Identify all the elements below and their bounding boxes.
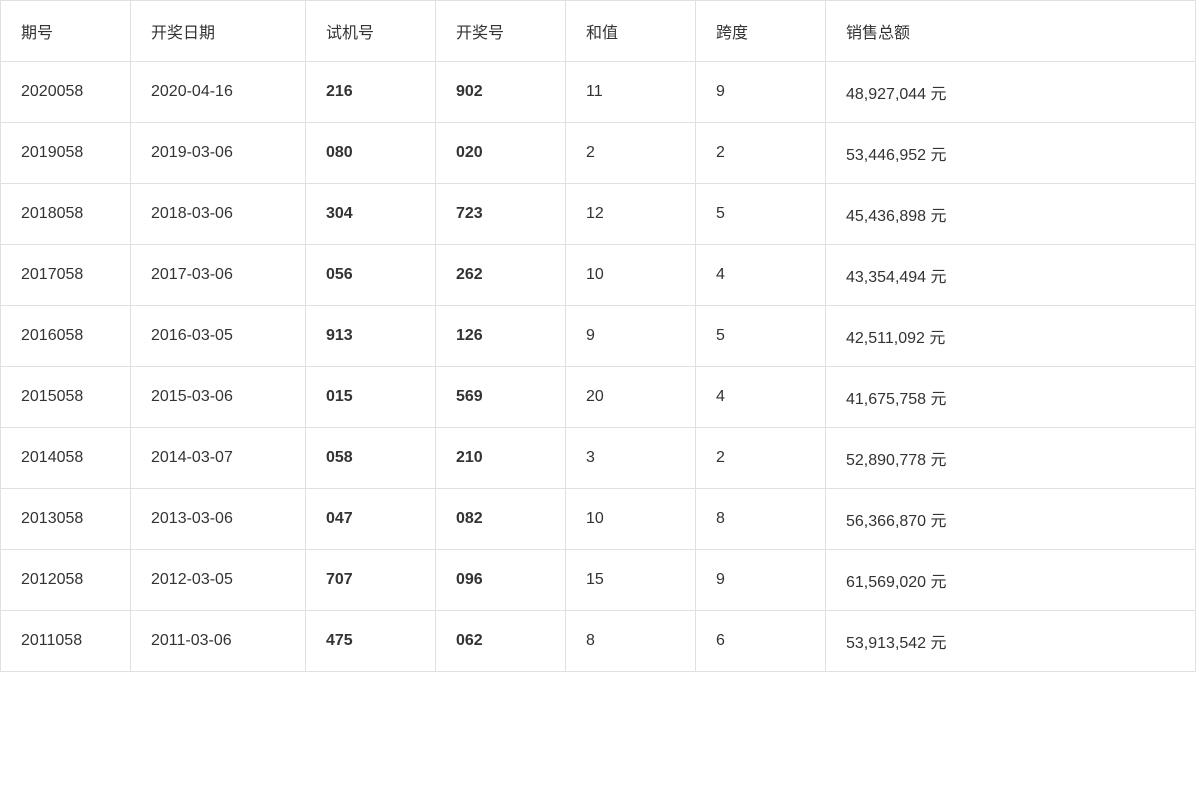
cell-date: 2012-03-05 — [131, 550, 306, 611]
cell-date: 2016-03-05 — [131, 306, 306, 367]
lottery-table: 期号 开奖日期 试机号 开奖号 和值 跨度 销售总额 20200582020-0… — [0, 0, 1196, 672]
cell-hezhi: 2 — [566, 123, 696, 184]
cell-qihao: 2017058 — [1, 245, 131, 306]
cell-kaijang: 569 — [436, 367, 566, 428]
cell-kuadu: 2 — [696, 428, 826, 489]
cell-qihao: 2013058 — [1, 489, 131, 550]
table-row: 20170582017-03-0605626210443,354,494 元 — [1, 245, 1196, 306]
cell-hezhi: 8 — [566, 611, 696, 672]
table-row: 20160582016-03-059131269542,511,092 元 — [1, 306, 1196, 367]
cell-hezhi: 12 — [566, 184, 696, 245]
cell-xiaoshou: 43,354,494 元 — [826, 245, 1196, 306]
cell-xiaoshou: 56,366,870 元 — [826, 489, 1196, 550]
cell-hezhi: 11 — [566, 62, 696, 123]
cell-kaijang: 262 — [436, 245, 566, 306]
cell-kuadu: 4 — [696, 367, 826, 428]
cell-kuadu: 6 — [696, 611, 826, 672]
cell-kaijang: 062 — [436, 611, 566, 672]
cell-kuadu: 9 — [696, 62, 826, 123]
cell-xiaoshou: 45,436,898 元 — [826, 184, 1196, 245]
header-hezhi: 和值 — [566, 1, 696, 62]
cell-kaijang: 210 — [436, 428, 566, 489]
header-kaijang: 开奖号 — [436, 1, 566, 62]
cell-xiaoshou: 42,511,092 元 — [826, 306, 1196, 367]
cell-hezhi: 10 — [566, 245, 696, 306]
header-kuadu: 跨度 — [696, 1, 826, 62]
cell-kuadu: 5 — [696, 306, 826, 367]
cell-qihao: 2018058 — [1, 184, 131, 245]
cell-date: 2013-03-06 — [131, 489, 306, 550]
cell-shiji: 015 — [306, 367, 436, 428]
cell-hezhi: 15 — [566, 550, 696, 611]
cell-kuadu: 4 — [696, 245, 826, 306]
cell-shiji: 058 — [306, 428, 436, 489]
cell-kaijang: 723 — [436, 184, 566, 245]
cell-date: 2018-03-06 — [131, 184, 306, 245]
cell-shiji: 707 — [306, 550, 436, 611]
cell-hezhi: 10 — [566, 489, 696, 550]
cell-date: 2017-03-06 — [131, 245, 306, 306]
cell-qihao: 2020058 — [1, 62, 131, 123]
cell-kaijang: 020 — [436, 123, 566, 184]
cell-shiji: 475 — [306, 611, 436, 672]
cell-qihao: 2015058 — [1, 367, 131, 428]
cell-xiaoshou: 52,890,778 元 — [826, 428, 1196, 489]
cell-xiaoshou: 61,569,020 元 — [826, 550, 1196, 611]
table-row: 20120582012-03-0570709615961,569,020 元 — [1, 550, 1196, 611]
cell-qihao: 2019058 — [1, 123, 131, 184]
cell-shiji: 080 — [306, 123, 436, 184]
table-row: 20110582011-03-064750628653,913,542 元 — [1, 611, 1196, 672]
cell-date: 2011-03-06 — [131, 611, 306, 672]
cell-hezhi: 9 — [566, 306, 696, 367]
cell-qihao: 2014058 — [1, 428, 131, 489]
cell-shiji: 056 — [306, 245, 436, 306]
table-row: 20140582014-03-070582103252,890,778 元 — [1, 428, 1196, 489]
cell-shiji: 913 — [306, 306, 436, 367]
cell-shiji: 047 — [306, 489, 436, 550]
cell-shiji: 216 — [306, 62, 436, 123]
cell-date: 2020-04-16 — [131, 62, 306, 123]
cell-qihao: 2016058 — [1, 306, 131, 367]
cell-kuadu: 8 — [696, 489, 826, 550]
table-header-row: 期号 开奖日期 试机号 开奖号 和值 跨度 销售总额 — [1, 1, 1196, 62]
cell-xiaoshou: 53,913,542 元 — [826, 611, 1196, 672]
table-row: 20130582013-03-0604708210856,366,870 元 — [1, 489, 1196, 550]
cell-qihao: 2012058 — [1, 550, 131, 611]
header-xiaoshou: 销售总额 — [826, 1, 1196, 62]
cell-hezhi: 20 — [566, 367, 696, 428]
cell-shiji: 304 — [306, 184, 436, 245]
header-qihao: 期号 — [1, 1, 131, 62]
cell-date: 2019-03-06 — [131, 123, 306, 184]
cell-kaijang: 126 — [436, 306, 566, 367]
cell-xiaoshou: 48,927,044 元 — [826, 62, 1196, 123]
cell-kuadu: 9 — [696, 550, 826, 611]
table-row: 20180582018-03-0630472312545,436,898 元 — [1, 184, 1196, 245]
cell-kuadu: 2 — [696, 123, 826, 184]
cell-date: 2015-03-06 — [131, 367, 306, 428]
header-date: 开奖日期 — [131, 1, 306, 62]
header-shiji: 试机号 — [306, 1, 436, 62]
cell-kaijang: 902 — [436, 62, 566, 123]
cell-qihao: 2011058 — [1, 611, 131, 672]
cell-hezhi: 3 — [566, 428, 696, 489]
cell-kaijang: 082 — [436, 489, 566, 550]
table-row: 20200582020-04-1621690211948,927,044 元 — [1, 62, 1196, 123]
cell-date: 2014-03-07 — [131, 428, 306, 489]
cell-xiaoshou: 53,446,952 元 — [826, 123, 1196, 184]
table-row: 20190582019-03-060800202253,446,952 元 — [1, 123, 1196, 184]
cell-kuadu: 5 — [696, 184, 826, 245]
cell-kaijang: 096 — [436, 550, 566, 611]
table-row: 20150582015-03-0601556920441,675,758 元 — [1, 367, 1196, 428]
cell-xiaoshou: 41,675,758 元 — [826, 367, 1196, 428]
